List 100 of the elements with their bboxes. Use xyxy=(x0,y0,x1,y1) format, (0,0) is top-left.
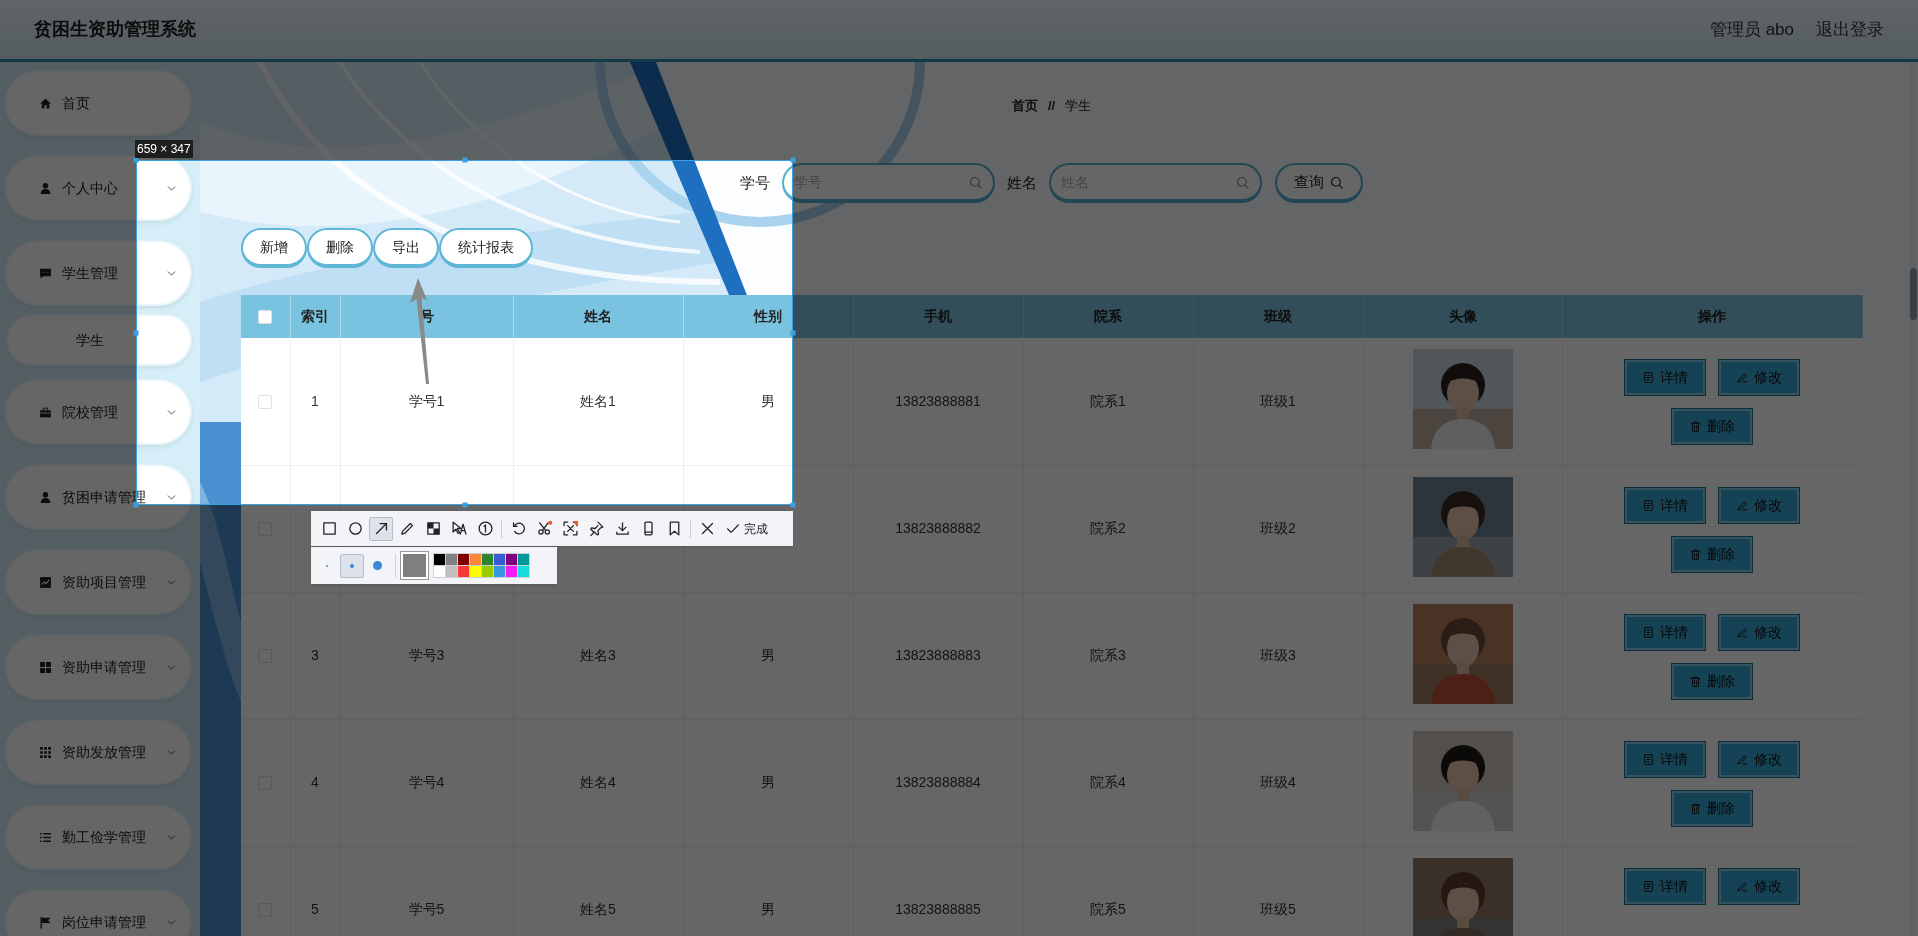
select-all-checkbox[interactable] xyxy=(258,310,273,325)
row-action-button[interactable]: 详情 xyxy=(1625,360,1706,395)
row-action-button[interactable]: 详情 xyxy=(1625,868,1706,904)
resize-handle[interactable] xyxy=(462,157,467,163)
scrollbar-track[interactable] xyxy=(1910,62,1917,936)
table-cell: 姓名1 xyxy=(513,338,683,465)
user-name: 管理员 abo xyxy=(1709,18,1794,41)
pencil-icon xyxy=(1736,371,1750,384)
grid-icon xyxy=(39,660,52,674)
current-color-swatch[interactable] xyxy=(401,552,428,579)
color-swatch[interactable] xyxy=(518,566,529,577)
table-cell: 班级3 xyxy=(1193,592,1363,719)
column-header[interactable]: 索引 xyxy=(290,295,340,338)
color-swatch[interactable] xyxy=(470,566,481,577)
row-action-button[interactable]: 详情 xyxy=(1625,614,1706,650)
pencil-icon xyxy=(398,520,416,537)
row-action-button[interactable]: 删除 xyxy=(1672,663,1753,699)
trash-icon xyxy=(1689,801,1703,815)
color-swatch[interactable] xyxy=(518,554,529,565)
search-icon xyxy=(1235,175,1250,190)
color-swatch[interactable] xyxy=(458,566,469,577)
column-header[interactable]: 操作 xyxy=(1562,295,1862,338)
row-action-button[interactable]: 修改 xyxy=(1719,741,1800,777)
toolbar-button[interactable]: 统计报表 xyxy=(439,228,533,268)
color-swatch[interactable] xyxy=(482,566,493,577)
table-cell: 院系2 xyxy=(1023,465,1193,592)
sidebar-item[interactable]: 首页 xyxy=(6,72,190,134)
table-cell: 13823888881 xyxy=(853,338,1023,465)
logout-link[interactable]: 退出登录 xyxy=(1816,16,1884,43)
row-action-button[interactable]: 详情 xyxy=(1625,741,1706,777)
color-swatch[interactable] xyxy=(506,566,517,577)
color-swatch[interactable] xyxy=(494,566,505,577)
breadcrumb-separator: // xyxy=(1047,97,1056,116)
sidebar-item[interactable]: 勤工俭学管理 xyxy=(6,806,190,868)
table-cell: 班级2 xyxy=(1193,465,1363,592)
table-cell: 男 xyxy=(683,846,853,936)
column-header[interactable]: 头像 xyxy=(1363,295,1562,338)
sidebar-item[interactable]: 资助发放管理 xyxy=(6,721,190,783)
tool-button[interactable] xyxy=(369,516,393,541)
color-swatch[interactable] xyxy=(494,554,505,565)
color-swatch[interactable] xyxy=(506,554,517,565)
row-action-button[interactable]: 修改 xyxy=(1719,487,1800,523)
resize-handle[interactable] xyxy=(790,502,796,508)
row-action-button[interactable]: 详情 xyxy=(1625,487,1706,523)
table-cell: 男 xyxy=(683,592,853,719)
breadcrumb-link[interactable]: 首页 xyxy=(1011,96,1038,116)
column-header[interactable]: 手机 xyxy=(853,295,1023,338)
sidebar-item[interactable]: 学生管理 xyxy=(6,242,190,304)
color-swatch[interactable] xyxy=(446,554,457,565)
search-button[interactable]: 查询 xyxy=(1275,163,1363,203)
resize-handle[interactable] xyxy=(790,157,796,163)
search-icon xyxy=(1329,174,1344,190)
column-header[interactable]: 姓名 xyxy=(513,295,683,338)
document-icon xyxy=(1642,498,1656,512)
grid-icon xyxy=(39,745,52,759)
sidebar-item[interactable]: 岗位申请管理 xyxy=(6,891,190,936)
color-swatch[interactable] xyxy=(446,566,457,577)
search-icon xyxy=(968,175,983,190)
user-icon xyxy=(39,490,52,504)
color-swatch[interactable] xyxy=(434,554,445,565)
sidebar-item[interactable]: 院校管理 xyxy=(6,381,190,443)
resize-handle[interactable] xyxy=(790,330,796,335)
row-checkbox[interactable] xyxy=(258,395,273,410)
scrollbar-thumb[interactable] xyxy=(1910,268,1917,320)
row-action-button[interactable]: 修改 xyxy=(1719,360,1800,395)
sidebar-item[interactable]: 资助申请管理 xyxy=(6,636,190,698)
color-swatch[interactable] xyxy=(458,554,469,565)
row-action-button[interactable]: 删除 xyxy=(1672,790,1753,826)
pencil-icon xyxy=(1736,879,1750,893)
done-button[interactable]: 完成 xyxy=(723,516,770,541)
resize-handle[interactable] xyxy=(462,502,467,508)
row-action-button[interactable]: 删除 xyxy=(1672,409,1753,444)
table-cell: 班级5 xyxy=(1193,846,1363,936)
color-swatch[interactable] xyxy=(434,566,445,577)
color-swatch[interactable] xyxy=(482,554,493,565)
document-icon xyxy=(1642,879,1656,893)
column-header[interactable]: 班级 xyxy=(1193,295,1363,338)
table-cell: 男 xyxy=(683,338,853,465)
breadcrumb-link[interactable]: 学生 xyxy=(1065,96,1092,116)
trash-icon xyxy=(1689,547,1703,561)
row-action-button[interactable]: 删除 xyxy=(1672,536,1753,572)
table-cell: 姓名5 xyxy=(513,846,683,936)
flag-icon xyxy=(39,915,52,929)
table-cell: 学号4 xyxy=(340,719,513,846)
pencil-icon xyxy=(1736,752,1750,766)
list-icon xyxy=(39,830,52,844)
color-swatch[interactable] xyxy=(470,554,481,565)
sidebar-item[interactable]: 资助项目管理 xyxy=(6,551,190,613)
row-action-button[interactable]: 修改 xyxy=(1719,868,1800,904)
column-header[interactable]: 院系 xyxy=(1023,295,1193,338)
sidebar-subitem[interactable]: 学生 xyxy=(8,316,190,364)
pencil-icon xyxy=(1736,498,1750,512)
table-cell: 班级4 xyxy=(1193,719,1363,846)
table-cell: 5 xyxy=(290,846,340,936)
sidebar-item[interactable]: 个人中心 xyxy=(6,157,190,219)
numbered-marker-icon xyxy=(476,520,494,537)
pen-size-button[interactable] xyxy=(340,553,364,578)
circle-icon xyxy=(346,520,364,537)
row-action-button[interactable]: 修改 xyxy=(1719,614,1800,650)
resize-handle[interactable] xyxy=(133,330,139,335)
